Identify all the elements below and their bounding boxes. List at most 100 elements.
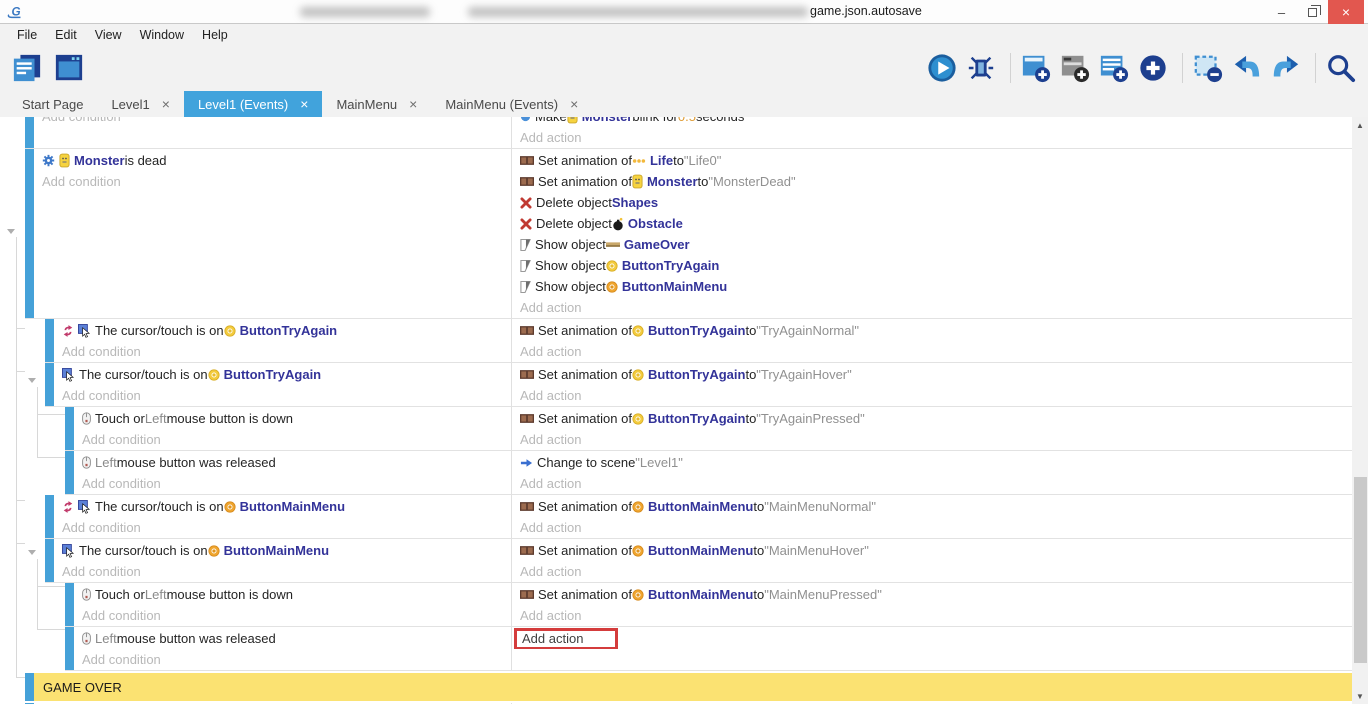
action[interactable]: Change to scene "Level1" [512,452,1352,473]
add-action-button[interactable]: Add action [512,385,1352,406]
conditions-cell[interactable]: Monster is deadAdd condition [34,149,511,319]
event-row[interactable]: Left mouse button was releasedAdd condit… [0,627,1352,671]
condition[interactable]: Monster is dead [34,150,511,171]
actions-cell[interactable]: Set animation of ButtonTryAgain to "TryA… [511,407,1352,451]
debug-button[interactable] [966,51,1000,85]
actions-cell[interactable]: Change to scene "Level1"Add action [511,451,1352,495]
add-action-highlighted[interactable]: Add action [512,628,1352,649]
conditions-cell[interactable]: The cursor/touch is on ButtonMainMenuAdd… [54,539,511,583]
tab-level1-events[interactable]: Level1 (Events)× [184,91,323,117]
action[interactable]: Set animation of ButtonTryAgain to "TryA… [512,364,1352,385]
action[interactable]: Delete object Obstacle [512,213,1352,234]
event-row[interactable]: The cursor/touch is on ButtonTryAgainAdd… [0,319,1352,363]
conditions-cell[interactable]: Left mouse button was releasedAdd condit… [74,451,511,495]
action[interactable]: Set animation of ButtonTryAgain to "TryA… [512,408,1352,429]
action[interactable]: Show object GameOver [512,234,1352,255]
action[interactable]: Set animation of Monster to "MonsterDead… [512,171,1352,192]
action[interactable]: Set animation of ButtonMainMenu to "Main… [512,584,1352,605]
close-button[interactable]: × [1328,0,1364,24]
condition[interactable]: Touch or Left mouse button is down [74,584,511,605]
condition[interactable]: The cursor/touch is on ButtonMainMenu [54,496,511,517]
actions-cell[interactable]: Set animation of ButtonTryAgain to "TryA… [511,363,1352,407]
event-row[interactable]: Left mouse button was releasedAdd condit… [0,451,1352,495]
add-comment-button[interactable] [1099,51,1133,85]
conditions-cell[interactable]: Left mouse button was releasedAdd condit… [74,627,511,671]
actions-cell[interactable]: Make Monster blink for 0.5 secondsAdd ac… [511,117,1352,149]
add-condition-button[interactable]: Add condition [54,561,511,582]
menu-view[interactable]: View [86,28,131,42]
tab-mainmenu[interactable]: MainMenu× [322,91,431,117]
undo-button[interactable] [1232,51,1266,85]
add-event-button[interactable] [1021,51,1055,85]
actions-cell[interactable]: Set animation of ButtonMainMenu to "Main… [511,539,1352,583]
tab-mainmenu-events[interactable]: MainMenu (Events)× [431,91,592,117]
event-row[interactable]: Monster is deadAdd conditionSet animatio… [0,149,1352,319]
condition[interactable]: The cursor/touch is on ButtonTryAgain [54,320,511,341]
event-row[interactable]: The cursor/touch is on ButtonTryAgainAdd… [0,363,1352,407]
tab-level1[interactable]: Level1× [97,91,184,117]
actions-cell[interactable]: Set animation of Life to "Life0"Set anim… [511,149,1352,319]
add-condition-button[interactable]: Add condition [54,517,511,538]
menu-window[interactable]: Window [131,28,193,42]
action[interactable]: Set animation of ButtonTryAgain to "TryA… [512,320,1352,341]
conditions-cell[interactable]: Touch or Left mouse button is downAdd co… [74,583,511,627]
condition[interactable]: Touch or Left mouse button is down [74,408,511,429]
condition[interactable]: Left mouse button was released [74,628,511,649]
add-action-button[interactable]: Add action [512,297,1352,318]
add-condition-button[interactable]: Add condition [74,605,511,626]
actions-cell[interactable]: Set animation of ButtonTryAgain to "TryA… [511,319,1352,363]
preview-button[interactable] [927,51,961,85]
action[interactable]: Set animation of ButtonMainMenu to "Main… [512,540,1352,561]
menu-file[interactable]: File [8,28,46,42]
action[interactable]: Show object ButtonMainMenu [512,276,1352,297]
event-row[interactable]: The cursor/touch is on ButtonMainMenuAdd… [0,495,1352,539]
minimize-button[interactable]: – [1266,0,1297,24]
comment-event[interactable]: GAME OVER [0,673,1352,701]
condition[interactable]: The cursor/touch is on ButtonTryAgain [54,364,511,385]
add-condition-button[interactable]: Add condition [34,117,511,127]
add-condition-button[interactable]: Add condition [54,385,511,406]
condition[interactable]: Left mouse button was released [74,452,511,473]
comment-text[interactable]: GAME OVER [34,673,1352,701]
action[interactable]: Make Monster blink for 0.5 seconds [512,117,1352,127]
add-action-button[interactable]: Add action [512,341,1352,362]
actions-cell[interactable]: Set animation of ButtonMainMenu to "Main… [511,583,1352,627]
redo-button[interactable] [1271,51,1305,85]
add-action-button[interactable]: Add action [514,628,618,649]
actions-cell[interactable]: Add action [511,627,1352,671]
delete-selection-button[interactable] [1193,51,1227,85]
conditions-cell[interactable]: The cursor/touch is on ButtonMainMenuAdd… [54,495,511,539]
scroll-down-arrow-icon[interactable]: ▼ [1352,688,1368,704]
search-button[interactable] [1326,51,1360,85]
add-condition-button[interactable]: Add condition [74,429,511,450]
add-action-button[interactable]: Add action [512,473,1352,494]
tab-close-icon[interactable]: × [570,97,578,111]
add-new-event-button[interactable] [1138,51,1172,85]
add-action-button[interactable]: Add action [512,429,1352,450]
menu-help[interactable]: Help [193,28,237,42]
conditions-cell[interactable]: The cursor/touch is on ButtonTryAgainAdd… [54,319,511,363]
conditions-cell[interactable]: Touch or Left mouse button is downAdd co… [74,407,511,451]
restore-button[interactable] [1297,0,1328,24]
tab-close-icon[interactable]: × [409,97,417,111]
tab-close-icon[interactable]: × [162,97,170,111]
vertical-scrollbar[interactable]: ▲ ▼ [1352,117,1368,704]
menu-edit[interactable]: Edit [46,28,86,42]
add-action-button[interactable]: Add action [512,605,1352,626]
action[interactable]: Set animation of Life to "Life0" [512,150,1352,171]
project-manager-button[interactable] [12,51,46,85]
event-row[interactable]: Add conditionMake Monster blink for 0.5 … [0,117,1352,149]
event-row[interactable]: Touch or Left mouse button is downAdd co… [0,583,1352,627]
action[interactable]: Delete object Shapes [512,192,1352,213]
add-condition-button[interactable]: Add condition [74,473,511,494]
conditions-cell[interactable]: Add condition [34,117,511,149]
action[interactable]: Show object ButtonTryAgain [512,255,1352,276]
event-row[interactable]: The cursor/touch is on ButtonMainMenuAdd… [0,539,1352,583]
scroll-up-arrow-icon[interactable]: ▲ [1352,117,1368,133]
event-row[interactable]: Touch or Left mouse button is downAdd co… [0,407,1352,451]
conditions-cell[interactable]: The cursor/touch is on ButtonTryAgainAdd… [54,363,511,407]
condition[interactable]: The cursor/touch is on ButtonMainMenu [54,540,511,561]
actions-cell[interactable]: Set animation of ButtonMainMenu to "Main… [511,495,1352,539]
add-action-button[interactable]: Add action [512,561,1352,582]
add-action-button[interactable]: Add action [512,127,1352,148]
